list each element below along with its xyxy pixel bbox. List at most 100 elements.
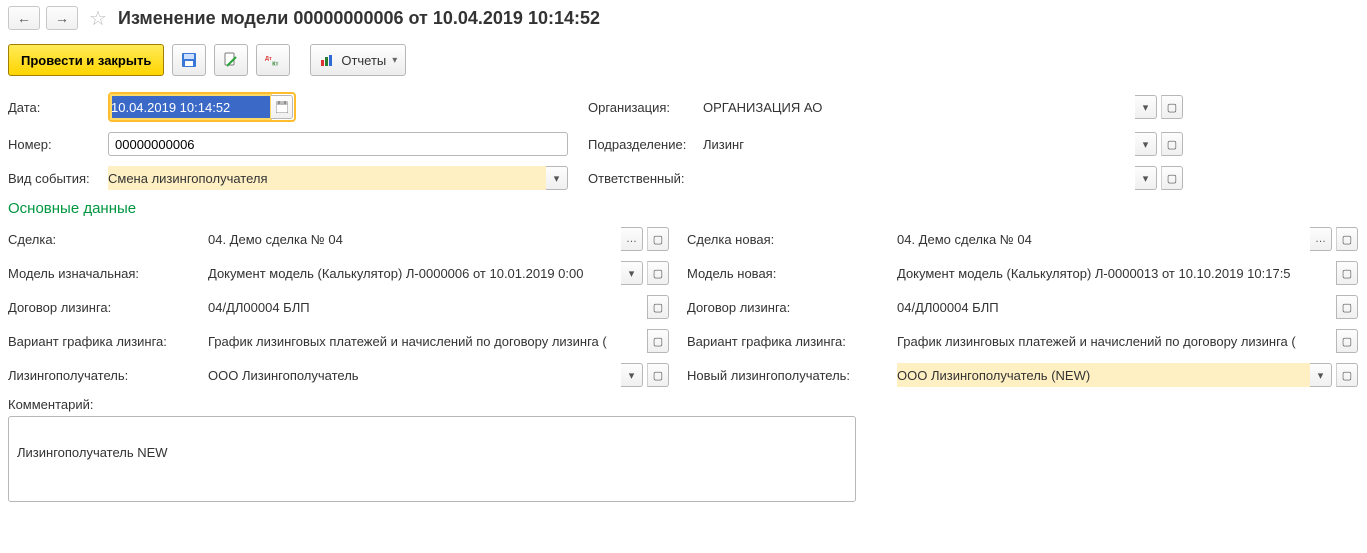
lessee-input[interactable]: ООО Лизингополучатель	[208, 363, 621, 387]
number-input[interactable]	[108, 132, 568, 156]
open-external-icon: ▢	[1342, 335, 1352, 348]
chevron-down-icon: ▾	[629, 369, 635, 382]
deal-new-input[interactable]: 04. Демо сделка № 04	[897, 227, 1310, 251]
open-external-icon: ▢	[1342, 301, 1352, 314]
deal-input[interactable]: 04. Демо сделка № 04	[208, 227, 621, 251]
open-external-icon: ▢	[653, 335, 663, 348]
open-external-icon: ▢	[1167, 172, 1177, 185]
chevron-down-icon: ▾	[1318, 369, 1324, 382]
ellipsis-icon: …	[626, 233, 637, 245]
responsible-label: Ответственный:	[588, 171, 684, 186]
svg-text:Дт: Дт	[265, 56, 272, 62]
dtkt-button[interactable]: ДтКт	[256, 44, 290, 76]
responsible-open-button[interactable]: ▢	[1161, 166, 1183, 190]
open-external-icon: ▢	[653, 301, 663, 314]
chart-bar-icon	[319, 52, 335, 68]
organization-input[interactable]: ОРГАНИЗАЦИЯ АО	[703, 95, 1135, 119]
chevron-down-icon: ▾	[1143, 101, 1149, 114]
event-type-dropdown-button[interactable]: ▾	[546, 166, 568, 190]
model-orig-input[interactable]: Документ модель (Калькулятор) Л-0000006 …	[208, 261, 621, 285]
schedule-input[interactable]: График лизинговых платежей и начислений …	[208, 329, 643, 353]
chevron-down-icon: ▾	[392, 55, 397, 66]
lessee-label: Лизингополучатель:	[8, 368, 128, 383]
open-external-icon: ▢	[653, 369, 663, 382]
date-label: Дата:	[8, 100, 40, 115]
floppy-disk-icon	[181, 52, 197, 68]
deal-new-open-button[interactable]: ▢	[1336, 227, 1358, 251]
chevron-down-icon: ▾	[1143, 138, 1149, 151]
model-orig-label: Модель изначальная:	[8, 266, 139, 281]
lessee-new-dropdown-button[interactable]: ▾	[1310, 363, 1332, 387]
lessee-dropdown-button[interactable]: ▾	[621, 363, 643, 387]
contract-label-r: Договор лизинга:	[687, 300, 790, 315]
model-new-label: Модель новая:	[687, 266, 776, 281]
schedule-label: Вариант графика лизинга:	[8, 334, 167, 349]
ellipsis-icon: …	[1315, 233, 1326, 245]
number-label: Номер:	[8, 137, 52, 152]
dtkt-icon: ДтКт	[265, 52, 281, 68]
contract-input-r[interactable]: 04/ДЛ00004 БЛП	[897, 295, 1332, 319]
comment-text: Лизингополучатель NEW	[17, 445, 168, 460]
deal-new-choose-button[interactable]: …	[1310, 227, 1332, 251]
division-open-button[interactable]: ▢	[1161, 132, 1183, 156]
contract-open-button-r[interactable]: ▢	[1336, 295, 1358, 319]
chevron-down-icon: ▾	[554, 172, 560, 185]
section-title-main: Основные данные	[8, 200, 1358, 217]
responsible-dropdown-button[interactable]: ▾	[1135, 166, 1157, 190]
model-orig-dropdown-button[interactable]: ▾	[621, 261, 643, 285]
page-title: Изменение модели 00000000006 от 10.04.20…	[118, 8, 600, 29]
open-external-icon: ▢	[653, 267, 663, 280]
nav-back-button[interactable]: ←	[8, 6, 40, 30]
open-external-icon: ▢	[1342, 233, 1352, 246]
comment-textarea[interactable]: Лизингополучатель NEW	[8, 416, 856, 502]
calendar-picker-button[interactable]	[271, 95, 293, 119]
organization-open-button[interactable]: ▢	[1161, 95, 1183, 119]
event-type-label: Вид события:	[8, 171, 90, 186]
deal-choose-button[interactable]: …	[621, 227, 643, 251]
arrow-left-icon: ←	[17, 10, 31, 26]
schedule-input-r[interactable]: График лизинговых платежей и начислений …	[897, 329, 1332, 353]
lessee-new-input[interactable]: ООО Лизингополучатель (NEW)	[897, 363, 1310, 387]
comment-label: Комментарий:	[8, 397, 1358, 412]
contract-label: Договор лизинга:	[8, 300, 111, 315]
contract-input[interactable]: 04/ДЛ00004 БЛП	[208, 295, 643, 319]
deal-open-button[interactable]: ▢	[647, 227, 669, 251]
nav-forward-button[interactable]: →	[46, 6, 78, 30]
model-orig-open-button[interactable]: ▢	[647, 261, 669, 285]
organization-dropdown-button[interactable]: ▾	[1135, 95, 1157, 119]
open-external-icon: ▢	[653, 233, 663, 246]
calendar-icon	[276, 101, 288, 113]
open-external-icon: ▢	[1342, 267, 1352, 280]
chevron-down-icon: ▾	[629, 267, 635, 280]
open-external-icon: ▢	[1167, 101, 1177, 114]
post-and-close-button[interactable]: Провести и закрыть	[8, 44, 164, 76]
contract-open-button[interactable]: ▢	[647, 295, 669, 319]
lessee-open-button[interactable]: ▢	[647, 363, 669, 387]
model-new-open-button[interactable]: ▢	[1336, 261, 1358, 285]
lessee-new-open-button[interactable]: ▢	[1336, 363, 1358, 387]
arrow-right-icon: →	[55, 10, 69, 26]
deal-label: Сделка:	[8, 232, 56, 247]
deal-new-label: Сделка новая:	[687, 232, 774, 247]
reports-dropdown-button[interactable]: Отчеты ▾	[310, 44, 406, 76]
schedule-label-r: Вариант графика лизинга:	[687, 334, 846, 349]
date-input[interactable]: 10.04.2019 10:14:52	[111, 95, 271, 119]
division-input[interactable]: Лизинг	[703, 132, 1135, 156]
lessee-new-label: Новый лизингополучатель:	[687, 368, 850, 383]
model-new-input[interactable]: Документ модель (Калькулятор) Л-0000013 …	[897, 261, 1332, 285]
schedule-open-button[interactable]: ▢	[647, 329, 669, 353]
responsible-input[interactable]	[703, 166, 1135, 190]
document-check-icon	[223, 52, 239, 68]
schedule-open-button-r[interactable]: ▢	[1336, 329, 1358, 353]
reports-label: Отчеты	[341, 53, 386, 68]
post-button[interactable]	[214, 44, 248, 76]
save-button[interactable]	[172, 44, 206, 76]
post-and-close-label: Провести и закрыть	[21, 53, 151, 68]
division-dropdown-button[interactable]: ▾	[1135, 132, 1157, 156]
division-label: Подразделение:	[588, 137, 686, 152]
favorite-star-icon[interactable]: ☆	[88, 8, 108, 28]
chevron-down-icon: ▾	[1143, 172, 1149, 185]
event-type-input[interactable]: Смена лизингополучателя	[108, 166, 546, 190]
open-external-icon: ▢	[1342, 369, 1352, 382]
organization-label: Организация:	[588, 100, 670, 115]
